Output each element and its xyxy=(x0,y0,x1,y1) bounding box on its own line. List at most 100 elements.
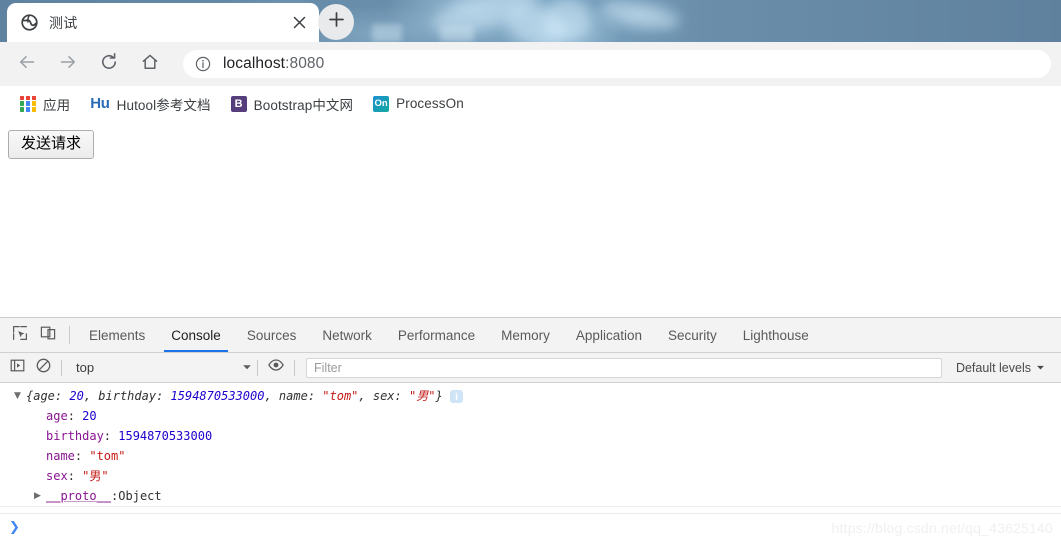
info-circle-icon[interactable] xyxy=(195,56,211,72)
bookmarks-bar: 应用 Hu Hutool参考文档 B Bootstrap中文网 On Proce… xyxy=(0,86,1061,121)
bookmark-bootstrap[interactable]: B Bootstrap中文网 xyxy=(224,91,360,117)
console-sidebar-button[interactable] xyxy=(4,355,30,381)
bookmark-label: ProcessOn xyxy=(396,96,464,111)
preview-key: name xyxy=(278,389,308,403)
arrow-left-icon xyxy=(17,52,37,77)
proto-sep: : xyxy=(111,489,119,503)
property-value: "男" xyxy=(82,469,109,483)
browser-tab[interactable]: 测试 xyxy=(7,3,319,42)
tab-security[interactable]: Security xyxy=(655,318,730,352)
inspect-element-icon xyxy=(12,325,28,346)
inspect-element-button[interactable] xyxy=(6,318,34,352)
console-context-selector[interactable]: top xyxy=(67,359,252,377)
device-toolbar-button[interactable] xyxy=(34,318,62,352)
forward-button[interactable] xyxy=(53,49,83,79)
tab-strip: 测试 xyxy=(0,0,1061,42)
send-request-button[interactable]: 发送请求 xyxy=(8,130,95,159)
hutool-icon-text: Hu xyxy=(90,95,110,112)
tab-title: 测试 xyxy=(49,14,78,31)
object-preview: {age: 20, birthday: 1594870533000, name:… xyxy=(26,386,443,406)
tab-memory[interactable]: Memory xyxy=(488,318,563,352)
bookmark-label: 应用 xyxy=(43,97,71,113)
browser-toolbar: localhost:8080 xyxy=(0,42,1061,86)
object-proto-row[interactable]: ▶ __proto__: Object xyxy=(0,486,1061,506)
log-levels-label: Default levels xyxy=(955,360,1031,375)
bootstrap-icon-text: B xyxy=(230,95,247,112)
theme-background-decoration xyxy=(440,26,474,42)
arrow-right-icon xyxy=(58,52,78,77)
console-sidebar-icon xyxy=(10,358,25,378)
bookmark-apps[interactable]: 应用 xyxy=(13,91,77,117)
hutool-icon: Hu xyxy=(90,95,110,112)
object-property: age: 20 xyxy=(46,409,97,423)
globe-icon xyxy=(21,14,38,31)
chevron-down-icon xyxy=(242,359,252,377)
preview-key: sex xyxy=(372,389,395,403)
object-property: name: "tom" xyxy=(46,449,126,463)
tab-sources[interactable]: Sources xyxy=(234,318,310,352)
object-preview-row[interactable]: ▼ {age: 20, birthday: 1594870533000, nam… xyxy=(0,386,1061,406)
preview-value: 1594870533000 xyxy=(170,389,265,403)
preview-sep: : xyxy=(394,389,409,403)
property-value: 20 xyxy=(82,409,97,423)
console-filter-input[interactable]: Filter xyxy=(306,357,942,378)
processon-icon: On xyxy=(373,95,390,112)
home-icon xyxy=(140,52,160,77)
preview-trail: , xyxy=(358,389,373,403)
proto-value: Object xyxy=(118,489,162,503)
preview-trail: , xyxy=(264,389,279,403)
preview-sep: : xyxy=(156,389,171,403)
bootstrap-icon: B xyxy=(230,95,247,112)
bookmark-label: Bootstrap中文网 xyxy=(253,97,354,113)
reload-icon xyxy=(99,52,119,77)
preview-trail: , xyxy=(83,389,99,403)
object-property: birthday: 1594870533000 xyxy=(46,429,213,443)
preview-value: "tom" xyxy=(322,389,359,403)
console-context-value: top xyxy=(76,360,95,375)
proto-key: __proto__ xyxy=(46,489,112,503)
triangle-down-icon[interactable]: ▼ xyxy=(14,386,26,406)
home-button[interactable] xyxy=(135,49,165,79)
console-message: ▼ {age: 20, birthday: 1594870533000, nam… xyxy=(0,383,1061,507)
devtools-panel: Elements Console Sources Network Perform… xyxy=(0,317,1061,540)
preview-sep: : xyxy=(54,389,70,403)
tab-network[interactable]: Network xyxy=(309,318,385,352)
eye-icon xyxy=(268,358,284,377)
apps-grid-icon xyxy=(20,95,36,112)
log-levels-dropdown[interactable]: Default levels xyxy=(948,361,1061,375)
preview-key: age xyxy=(33,389,55,403)
property-key: birthday xyxy=(46,429,104,443)
clear-console-button[interactable] xyxy=(30,355,56,381)
back-button[interactable] xyxy=(12,49,42,79)
property-key: age xyxy=(46,409,68,423)
bookmark-hutool[interactable]: Hu Hutool参考文档 xyxy=(83,91,217,117)
address-bar[interactable]: localhost:8080 xyxy=(183,50,1051,78)
console-output: ▼ {age: 20, birthday: 1594870533000, nam… xyxy=(0,383,1061,540)
page-viewport: 发送请求 xyxy=(0,121,1061,317)
tab-lighthouse[interactable]: Lighthouse xyxy=(730,318,822,352)
console-input-prompt[interactable]: ❯ xyxy=(0,513,1061,540)
address-host: localhost xyxy=(223,55,286,72)
property-key: sex xyxy=(46,469,68,483)
address-port: :8080 xyxy=(285,55,325,72)
processon-icon-text: On xyxy=(373,95,390,112)
filterbar-divider xyxy=(294,359,295,376)
bookmark-processon[interactable]: On ProcessOn xyxy=(366,91,471,117)
preview-key: birthday xyxy=(98,389,157,403)
tab-elements[interactable]: Elements xyxy=(76,318,158,352)
live-expression-button[interactable] xyxy=(263,355,289,381)
close-icon[interactable] xyxy=(289,13,309,33)
reload-button[interactable] xyxy=(94,49,124,79)
object-property: sex: "男" xyxy=(46,469,109,483)
new-tab-button[interactable] xyxy=(318,4,354,40)
preview-value: 20 xyxy=(69,389,84,403)
tab-application[interactable]: Application xyxy=(563,318,655,352)
theme-background-decoration xyxy=(598,0,682,35)
triangle-right-icon[interactable]: ▶ xyxy=(34,486,46,506)
console-filter-bar: top Filter Default levels xyxy=(0,353,1061,383)
tab-console[interactable]: Console xyxy=(158,318,234,352)
info-icon[interactable] xyxy=(449,389,463,403)
browser-window: 测试 localhost:8080 应用 Hu Hutool参考文档 B Boo… xyxy=(0,0,1061,540)
tab-performance[interactable]: Performance xyxy=(385,318,488,352)
filterbar-divider xyxy=(61,359,62,376)
